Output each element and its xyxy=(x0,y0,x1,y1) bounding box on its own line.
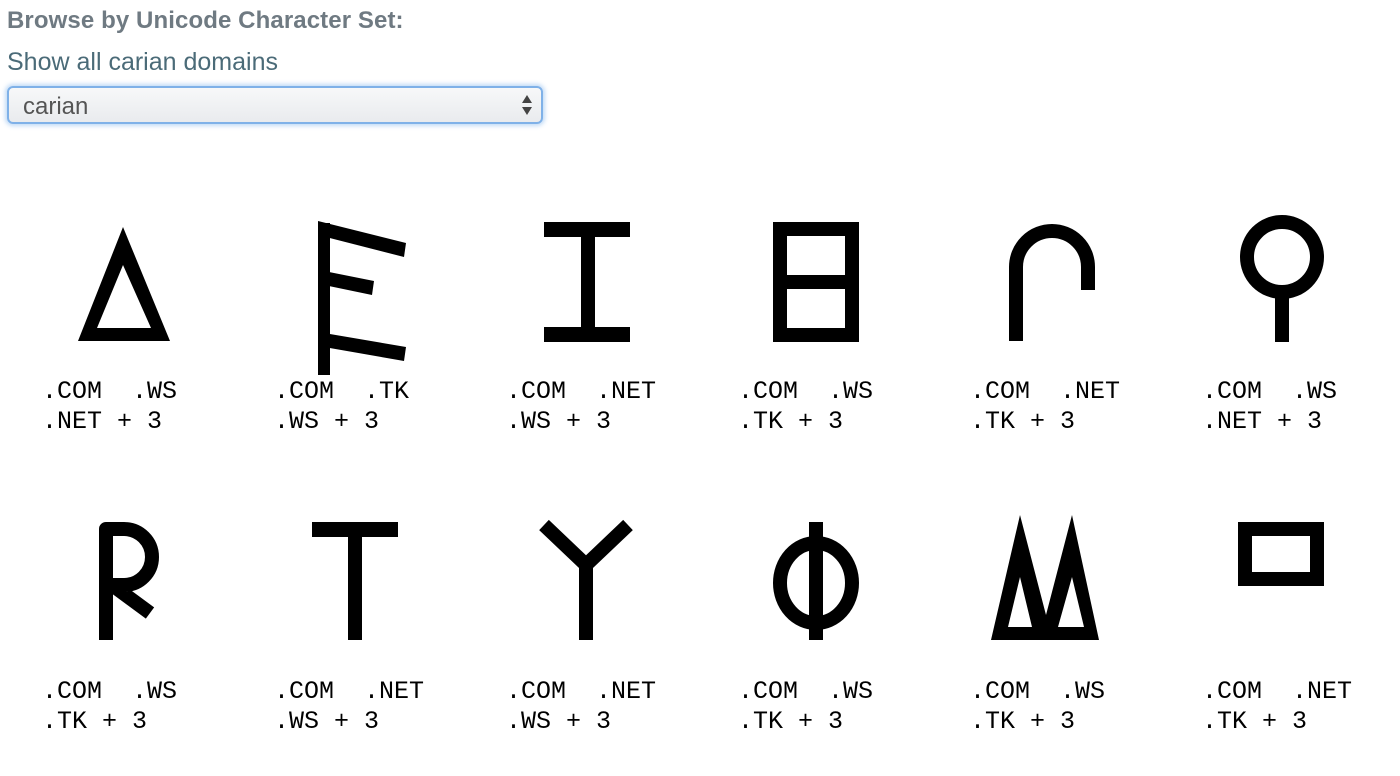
domain-line-1: .COM .WS xyxy=(970,677,1106,706)
domain-line-2: .TK + 3 xyxy=(738,707,844,736)
domain-line-2: .WS + 3 xyxy=(274,407,380,436)
domain-line-1: .COM .WS xyxy=(42,677,178,706)
domain-list: .COM .NET .TK + 3 xyxy=(970,377,1120,437)
carian-box-bar-icon xyxy=(773,222,859,342)
domain-line-2: .TK + 3 xyxy=(1202,707,1308,736)
domain-list: .COM .WS .TK + 3 xyxy=(738,677,873,737)
domain-list: .COM .NET .WS + 3 xyxy=(274,677,424,737)
carian-r-icon xyxy=(99,522,159,640)
carian-i-icon xyxy=(544,222,630,342)
carian-y-icon xyxy=(539,519,633,640)
domain-line-1: .COM .WS xyxy=(1202,377,1338,406)
domain-line-1: .COM .WS xyxy=(738,677,874,706)
domain-list: .COM .NET .WS + 3 xyxy=(506,677,656,737)
domain-line-1: .COM .TK xyxy=(274,377,410,406)
carian-e-icon xyxy=(318,221,406,375)
carian-t-icon xyxy=(312,522,398,640)
domain-line-2: .TK + 3 xyxy=(738,407,844,436)
domain-line-2: .WS + 3 xyxy=(506,707,612,736)
domain-list: .COM .WS .TK + 3 xyxy=(738,377,873,437)
domain-list: .COM .TK .WS + 3 xyxy=(274,377,409,437)
carian-rectangle-icon xyxy=(1238,522,1324,586)
domain-list: .COM .NET .WS + 3 xyxy=(506,377,656,437)
domain-line-2: .WS + 3 xyxy=(506,407,612,436)
domain-list: .COM .WS .NET + 3 xyxy=(42,377,177,437)
domain-line-2: .TK + 3 xyxy=(42,707,148,736)
domain-list: .COM .WS .TK + 3 xyxy=(970,677,1105,737)
domain-line-1: .COM .NET xyxy=(506,377,657,406)
domain-list: .COM .NET .TK + 3 xyxy=(1202,677,1352,737)
domain-line-2: .NET + 3 xyxy=(1202,407,1323,436)
domain-line-1: .COM .WS xyxy=(42,377,178,406)
domain-line-1: .COM .NET xyxy=(970,377,1121,406)
carian-double-peak-icon xyxy=(991,515,1099,640)
domain-list: .COM .WS .NET + 3 xyxy=(1202,377,1337,437)
carian-phi-icon xyxy=(773,522,859,640)
carian-ring-stem-icon xyxy=(1240,215,1324,342)
carian-delta-icon xyxy=(78,227,170,341)
domain-line-2: .TK + 3 xyxy=(970,407,1076,436)
domain-list: .COM .WS .TK + 3 xyxy=(42,677,177,737)
domain-line-1: .COM .NET xyxy=(506,677,657,706)
domain-line-2: .WS + 3 xyxy=(274,707,380,736)
domain-line-1: .COM .NET xyxy=(1202,677,1353,706)
domain-line-1: .COM .NET xyxy=(274,677,425,706)
domain-line-2: .NET + 3 xyxy=(42,407,163,436)
character-grid: .COM .WS .NET + 3 .COM .TK .WS + 3 .COM … xyxy=(0,0,1400,776)
domain-line-2: .TK + 3 xyxy=(970,707,1076,736)
carian-arch-icon xyxy=(1009,224,1095,341)
domain-line-1: .COM .WS xyxy=(738,377,874,406)
